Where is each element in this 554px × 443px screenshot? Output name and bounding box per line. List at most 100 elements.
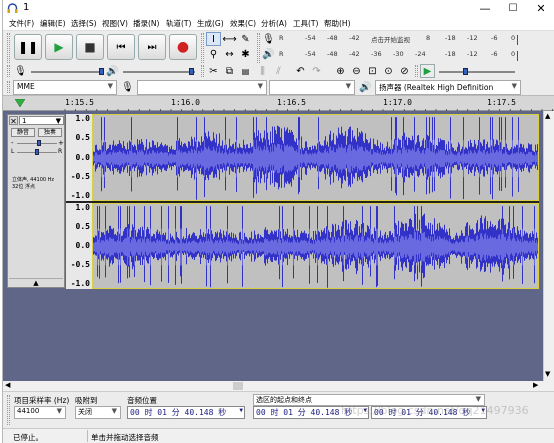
- menu-view[interactable]: 视图(V): [102, 18, 128, 29]
- menu-select[interactable]: 选择(S): [71, 18, 97, 29]
- multi-tool-icon[interactable]: ✱: [238, 47, 253, 61]
- draw-tool-icon[interactable]: ✎: [238, 32, 253, 46]
- track-name-menu[interactable]: 1 ▼: [19, 116, 64, 125]
- record-volume-slider[interactable]: [31, 71, 103, 73]
- paste-icon[interactable]: ▤: [238, 64, 253, 78]
- scale-label: -1.0: [70, 191, 90, 200]
- scale-label: -1.0: [70, 279, 90, 288]
- playback-volume-thumb[interactable]: [189, 68, 194, 75]
- clip-indicator: [517, 35, 518, 45]
- audio-position-field[interactable]: 00 时 01 分 40.148 秒 ▼: [127, 406, 245, 419]
- cut-icon[interactable]: ✂: [206, 64, 221, 78]
- status-divider: [87, 430, 88, 442]
- horizontal-scroll-thumb[interactable]: [233, 382, 243, 390]
- toolbar-grip[interactable]: [7, 81, 10, 93]
- play-speed-slider[interactable]: [439, 71, 515, 73]
- silence-icon[interactable]: ⫽: [271, 64, 286, 78]
- minimize-button[interactable]: —: [471, 0, 499, 17]
- scroll-right-icon[interactable]: ▶: [533, 381, 538, 389]
- scroll-left-icon[interactable]: ◀: [5, 381, 10, 389]
- speaker-icon[interactable]: 🔊: [261, 47, 276, 61]
- zoom-toggle-icon[interactable]: ⊘: [397, 64, 412, 78]
- scale-label: 0.0: [75, 153, 90, 162]
- vertical-scale-ch2[interactable]: 1.0 0.5 0.0 -0.5 -1.0: [66, 203, 92, 289]
- menu-tracks[interactable]: 轨道(T): [166, 18, 191, 29]
- trim-icon[interactable]: ⫼: [255, 64, 270, 78]
- toolbar-grip[interactable]: [201, 33, 204, 63]
- menu-help[interactable]: 帮助(H): [324, 18, 351, 29]
- fit-selection-icon[interactable]: ⊡: [365, 64, 380, 78]
- collapse-track-icon[interactable]: ▲: [9, 278, 63, 287]
- recording-device-select[interactable]: ▼: [137, 80, 267, 95]
- snap-to-label: 吸附到: [75, 396, 98, 405]
- microphone-icon[interactable]: 🎙: [261, 32, 276, 46]
- record-volume-thumb[interactable]: [99, 68, 104, 75]
- playback-device-icon: 🔊: [359, 81, 372, 93]
- pan-thumb[interactable]: [35, 149, 39, 155]
- toolbar-grip[interactable]: [7, 395, 10, 425]
- vertical-scrollbar[interactable]: ▲ ▼: [543, 111, 554, 381]
- timeshift-tool-icon[interactable]: ↔: [222, 47, 237, 61]
- project-rate-select[interactable]: 44100 ▼: [14, 406, 66, 419]
- copy-icon[interactable]: ⧉: [222, 64, 237, 78]
- skip-to-start-button[interactable]: ⏮: [107, 34, 135, 60]
- menu-generate[interactable]: 生成(G): [197, 18, 224, 29]
- audio-host-select[interactable]: MME ▼: [13, 80, 117, 95]
- record-button[interactable]: ●: [169, 34, 197, 60]
- zoom-tool-icon[interactable]: ⚲: [206, 47, 221, 61]
- envelope-tool-icon[interactable]: ⟷: [222, 32, 237, 46]
- gain-minus-label: -: [11, 139, 14, 147]
- play-button[interactable]: ▶: [45, 34, 73, 60]
- scale-label: -0.5: [70, 172, 90, 181]
- scale-label: -0.5: [70, 260, 90, 269]
- stop-button[interactable]: ■: [76, 34, 104, 60]
- play-speed-thumb[interactable]: [463, 68, 468, 75]
- toolbar-grip[interactable]: [201, 65, 204, 77]
- close-button[interactable]: ✕: [527, 0, 554, 17]
- close-track-icon[interactable]: ✕: [9, 116, 18, 126]
- toolbar-grip[interactable]: [415, 65, 418, 77]
- watermark-text: https://blog.csdn.net/qq21497936: [341, 404, 529, 417]
- menu-effect[interactable]: 效果(C): [230, 18, 256, 29]
- playback-device-select[interactable]: 扬声器 (Realtek High Definition ▼: [375, 80, 521, 95]
- waveform-channel-right[interactable]: [92, 203, 539, 289]
- skip-to-end-button[interactable]: ⏭: [138, 34, 166, 60]
- menu-analyze[interactable]: 分析(A): [261, 18, 287, 29]
- title-bar: 1 — ☐ ✕: [3, 0, 554, 17]
- fit-project-icon[interactable]: ⊙: [381, 64, 396, 78]
- toolbar-grip[interactable]: [7, 33, 10, 63]
- gain-thumb[interactable]: [37, 140, 41, 146]
- snap-to-select[interactable]: 关闭 ▼: [75, 406, 121, 419]
- scale-label: 0.5: [75, 222, 90, 231]
- mic-volume-icon: 🎙: [14, 65, 27, 77]
- ruler-tick-label: 1:16.5: [277, 98, 306, 107]
- vertical-scale-ch1[interactable]: 1.0 0.5 0.0 -0.5 -1.0: [66, 114, 92, 201]
- menu-tools[interactable]: 工具(T): [293, 18, 318, 29]
- mute-button[interactable]: 静音: [11, 128, 35, 137]
- toolbar-grip[interactable]: [7, 65, 10, 77]
- tracks-area[interactable]: ✕ 1 ▼ 静音 独奏 - + L R 立体声, 44100 Hz 32位 浮点 …: [3, 111, 543, 381]
- timeline-ruler[interactable]: 1:15.5 1:16.0 1:16.5 1:17.0 1:17.5: [3, 95, 554, 112]
- zoom-out-icon[interactable]: ⊖: [349, 64, 364, 78]
- scroll-down-icon[interactable]: ▼: [545, 370, 550, 378]
- zoom-in-icon[interactable]: ⊕: [333, 64, 348, 78]
- maximize-button[interactable]: ☐: [499, 0, 527, 17]
- waveform-channel-left[interactable]: [92, 114, 539, 201]
- horizontal-scrollbar[interactable]: ◀ ▶: [3, 381, 543, 391]
- solo-button[interactable]: 独奏: [38, 128, 62, 137]
- track-format-info: 立体声, 44100 Hz: [12, 177, 55, 183]
- playback-volume-slider[interactable]: [123, 71, 195, 73]
- recording-channels-select[interactable]: ▼: [269, 80, 355, 95]
- redo-icon[interactable]: ↷: [309, 64, 324, 78]
- menu-file[interactable]: 文件(F): [9, 18, 34, 29]
- play-at-speed-icon[interactable]: ▶: [420, 64, 435, 78]
- toolbar-grip[interactable]: [257, 33, 260, 63]
- menu-bar: 文件(F) 编辑(E) 选择(S) 视图(V) 播录(N) 轨道(T) 生成(G…: [3, 17, 554, 31]
- scroll-up-icon[interactable]: ▲: [545, 112, 550, 120]
- pause-button[interactable]: ❚❚: [14, 34, 42, 60]
- selection-tool-icon[interactable]: I: [206, 32, 221, 46]
- menu-transport[interactable]: 播录(N): [133, 18, 159, 29]
- undo-icon[interactable]: ↶: [293, 64, 308, 78]
- recording-device-icon: 🎙: [121, 81, 134, 93]
- menu-edit[interactable]: 编辑(E): [40, 18, 66, 29]
